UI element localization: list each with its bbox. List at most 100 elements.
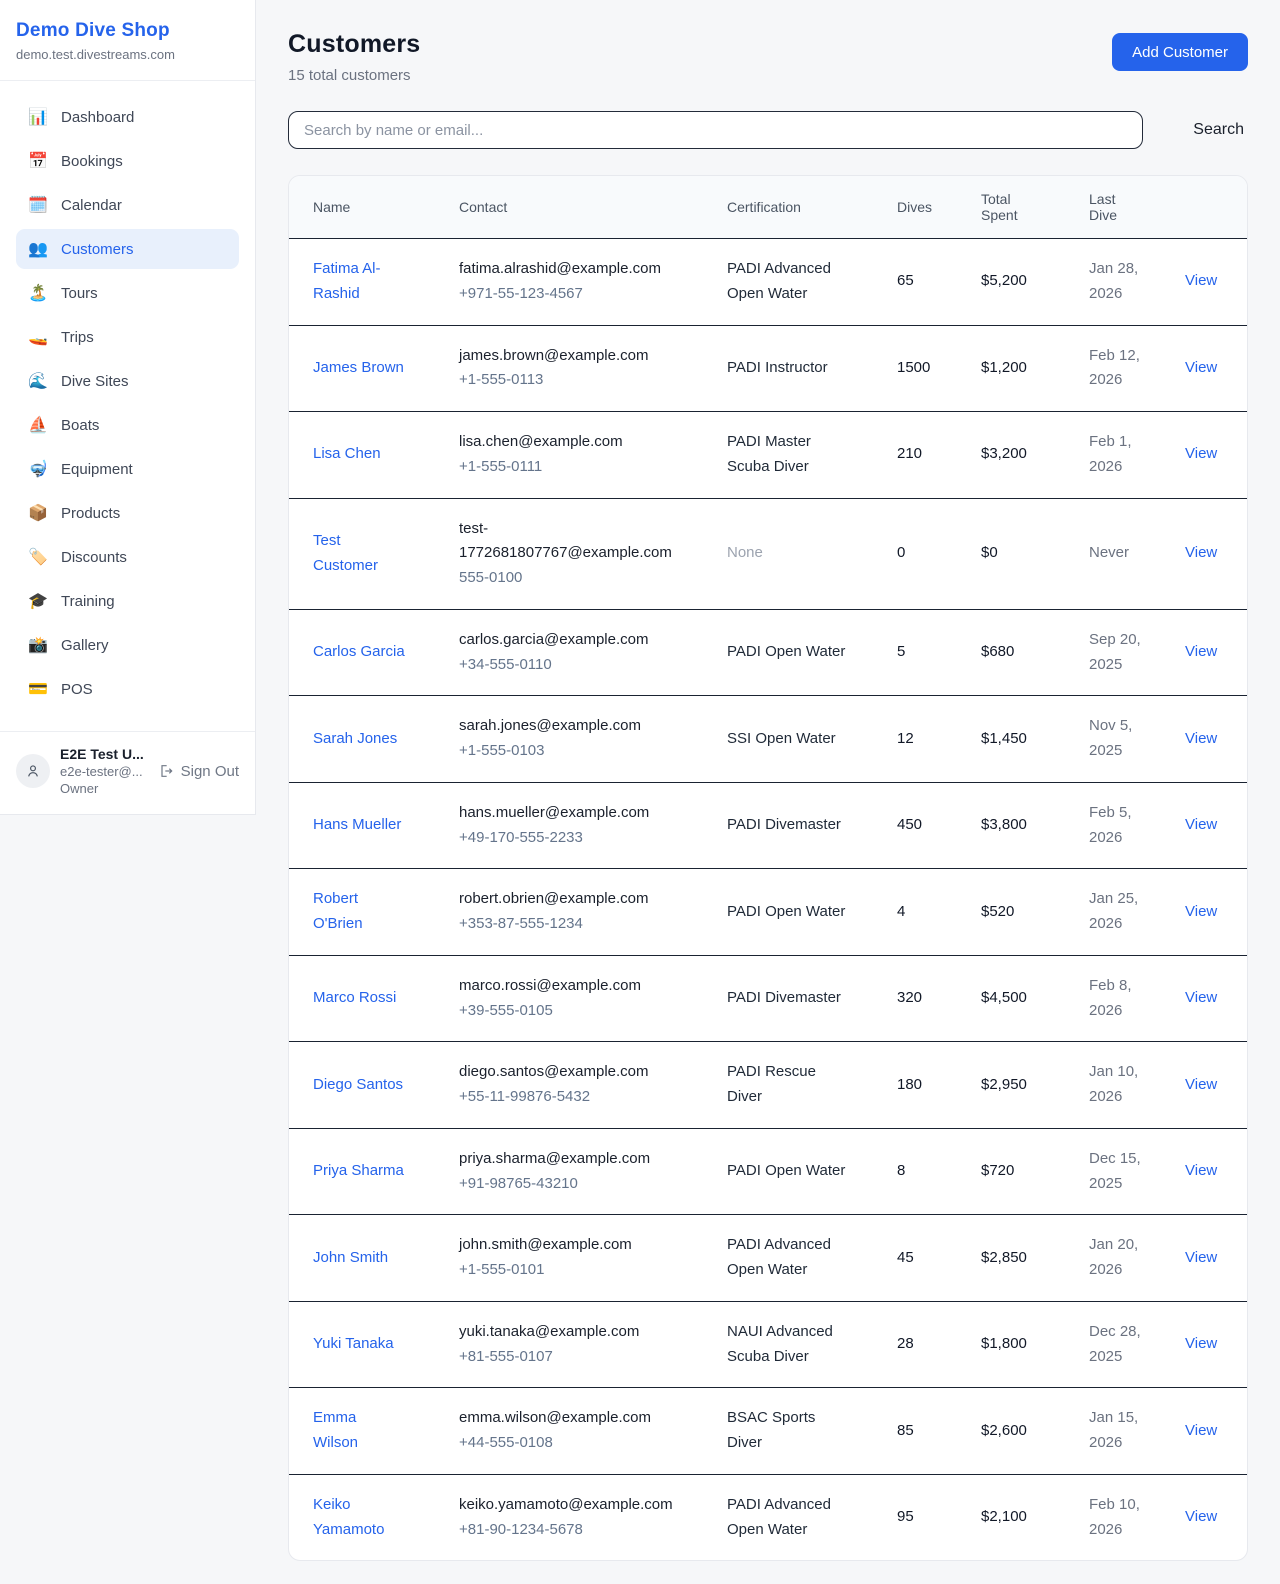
view-link[interactable]: View (1185, 816, 1217, 833)
customer-email: fatima.alrashid@example.com (459, 257, 674, 282)
customer-last-dive: Feb 10, 2026 (1089, 1493, 1167, 1543)
customer-email: hans.mueller@example.com (459, 801, 674, 826)
view-link[interactable]: View (1185, 445, 1217, 462)
view-link[interactable]: View (1185, 1422, 1217, 1439)
app-root: Demo Dive Shop demo.test.divestreams.com… (0, 0, 1280, 1584)
sidebar-item-training[interactable]: 🎓Training (16, 581, 239, 621)
customer-contact-cell: diego.santos@example.com +55-11-99876-54… (459, 1042, 727, 1128)
customer-certification-cell: PADI Open Water (727, 1141, 897, 1202)
view-link[interactable]: View (1185, 1335, 1217, 1352)
customer-name-link[interactable]: Lisa Chen (313, 442, 381, 467)
sidebar-item-label: Discounts (61, 549, 127, 566)
sidebar-item-discounts[interactable]: 🏷️ Discounts (16, 537, 239, 577)
view-link[interactable]: View (1185, 989, 1217, 1006)
view-link[interactable]: View (1185, 903, 1217, 920)
customer-phone: +91-98765-43210 (459, 1172, 711, 1197)
view-link[interactable]: View (1185, 1076, 1217, 1093)
customer-name-link[interactable]: Carlos Garcia (313, 640, 405, 665)
table-row: Keiko Yamamoto keiko.yamamoto@example.co… (289, 1475, 1247, 1561)
view-cell: View (1185, 882, 1233, 943)
sidebar-item-pos[interactable]: 💳POS (16, 669, 239, 709)
customer-phone: +1-555-0113 (459, 368, 711, 393)
sign-out-button[interactable]: Sign Out (158, 763, 239, 780)
customer-name-link[interactable]: Fatima Al-Rashid (313, 257, 405, 307)
view-cell: View (1185, 1314, 1233, 1375)
sidebar-item-trips[interactable]: 🚤Trips (16, 317, 239, 357)
view-link[interactable]: View (1185, 272, 1217, 289)
view-link[interactable]: View (1185, 1249, 1217, 1266)
customer-total-spent-cell: $720 (981, 1141, 1089, 1202)
customer-certification-cell: SSI Open Water (727, 709, 897, 770)
customer-name-link[interactable]: Priya Sharma (313, 1159, 404, 1184)
customer-name-cell: Priya Sharma (313, 1141, 459, 1202)
customer-certification-cell: PADI Master Scuba Diver (727, 412, 897, 498)
customer-phone: +34-555-0110 (459, 653, 711, 678)
customer-name-link[interactable]: Sarah Jones (313, 727, 397, 752)
customer-name-cell: Emma Wilson (313, 1388, 459, 1474)
search-input[interactable] (288, 111, 1143, 149)
customer-last-dive: Nov 5, 2025 (1089, 714, 1167, 764)
customer-certification: BSAC Sports Diver (727, 1406, 847, 1456)
add-customer-button[interactable]: Add Customer (1112, 33, 1248, 71)
sidebar-item-customers[interactable]: 👥Customers (16, 229, 239, 269)
customer-name-link[interactable]: Keiko Yamamoto (313, 1493, 405, 1543)
view-link[interactable]: View (1185, 1508, 1217, 1525)
customer-certification-cell: PADI Advanced Open Water (727, 1215, 897, 1301)
view-cell: View (1185, 968, 1233, 1029)
sidebar-item-products[interactable]: 📦Products (16, 493, 239, 533)
customer-name-link[interactable]: Yuki Tanaka (313, 1332, 394, 1357)
customer-last-dive-cell: Jan 25, 2026 (1089, 869, 1185, 955)
customer-name-link[interactable]: Test Customer (313, 529, 405, 579)
view-link[interactable]: View (1185, 1162, 1217, 1179)
customer-name-link[interactable]: Hans Mueller (313, 813, 401, 838)
customer-phone: +55-11-99876-5432 (459, 1085, 711, 1110)
customer-total-spent-cell: $2,850 (981, 1228, 1089, 1289)
table-body: Fatima Al-Rashid fatima.alrashid@example… (289, 239, 1247, 1560)
sidebar-item-equipment[interactable]: 🤿Equipment (16, 449, 239, 489)
customer-name-link[interactable]: James Brown (313, 356, 404, 381)
user-name: E2E Test U... (60, 746, 148, 762)
column-header-name: Name (313, 176, 459, 238)
sidebar-item-boats[interactable]: ⛵Boats (16, 405, 239, 445)
sidebar-item-dashboard[interactable]: 📊Dashboard (16, 97, 239, 137)
sidebar-item-gallery[interactable]: 📸Gallery (16, 625, 239, 665)
customer-contact-cell: hans.mueller@example.com +49-170-555-223… (459, 783, 727, 869)
customer-phone: 555-0100 (459, 566, 711, 591)
view-cell: View (1185, 1141, 1233, 1202)
customer-name-link[interactable]: Marco Rossi (313, 986, 396, 1011)
view-link[interactable]: View (1185, 643, 1217, 660)
discounts-icon: 🏷️ (28, 547, 48, 567)
pos-icon: 💳 (28, 679, 48, 699)
table-row: Emma Wilson emma.wilson@example.com +44-… (289, 1388, 1247, 1475)
view-link[interactable]: View (1185, 544, 1217, 561)
search-button[interactable]: Search (1189, 121, 1248, 139)
sidebar-item-label: Dashboard (61, 109, 134, 126)
customer-contact-cell: lisa.chen@example.com +1-555-0111 (459, 412, 727, 498)
column-header-contact: Contact (459, 176, 727, 238)
table-row: Robert O'Brien robert.obrien@example.com… (289, 869, 1247, 956)
view-link[interactable]: View (1185, 359, 1217, 376)
customer-certification: PADI Open Water (727, 900, 845, 925)
person-icon (25, 763, 41, 779)
customer-certification-cell: PADI Rescue Diver (727, 1042, 897, 1128)
customer-last-dive-cell: Never (1089, 523, 1185, 584)
customer-name-link[interactable]: John Smith (313, 1246, 388, 1271)
customer-last-dive-cell: Sep 20, 2025 (1089, 610, 1185, 696)
customer-name-link[interactable]: Diego Santos (313, 1073, 403, 1098)
table-row: Marco Rossi marco.rossi@example.com +39-… (289, 956, 1247, 1043)
view-link[interactable]: View (1185, 730, 1217, 747)
customer-name-link[interactable]: Emma Wilson (313, 1406, 405, 1456)
customer-name-link[interactable]: Robert O'Brien (313, 887, 405, 937)
sidebar-item-calendar[interactable]: 🗓️Calendar (16, 185, 239, 225)
sidebar-item-bookings[interactable]: 📅Bookings (16, 141, 239, 181)
customer-last-dive-cell: Feb 12, 2026 (1089, 326, 1185, 412)
customer-email: yuki.tanaka@example.com (459, 1320, 674, 1345)
customer-last-dive: Feb 1, 2026 (1089, 430, 1167, 480)
customer-certification: PADI Master Scuba Diver (727, 430, 847, 480)
sidebar-item-tours[interactable]: 🏝️Tours (16, 273, 239, 313)
customer-last-dive-cell: Jan 28, 2026 (1089, 239, 1185, 325)
sidebar-item-label: Training (61, 593, 115, 610)
customer-dives-cell: 5 (897, 622, 981, 683)
sidebar-item-dive-sites[interactable]: 🌊Dive Sites (16, 361, 239, 401)
customer-certification: PADI Open Water (727, 640, 845, 665)
